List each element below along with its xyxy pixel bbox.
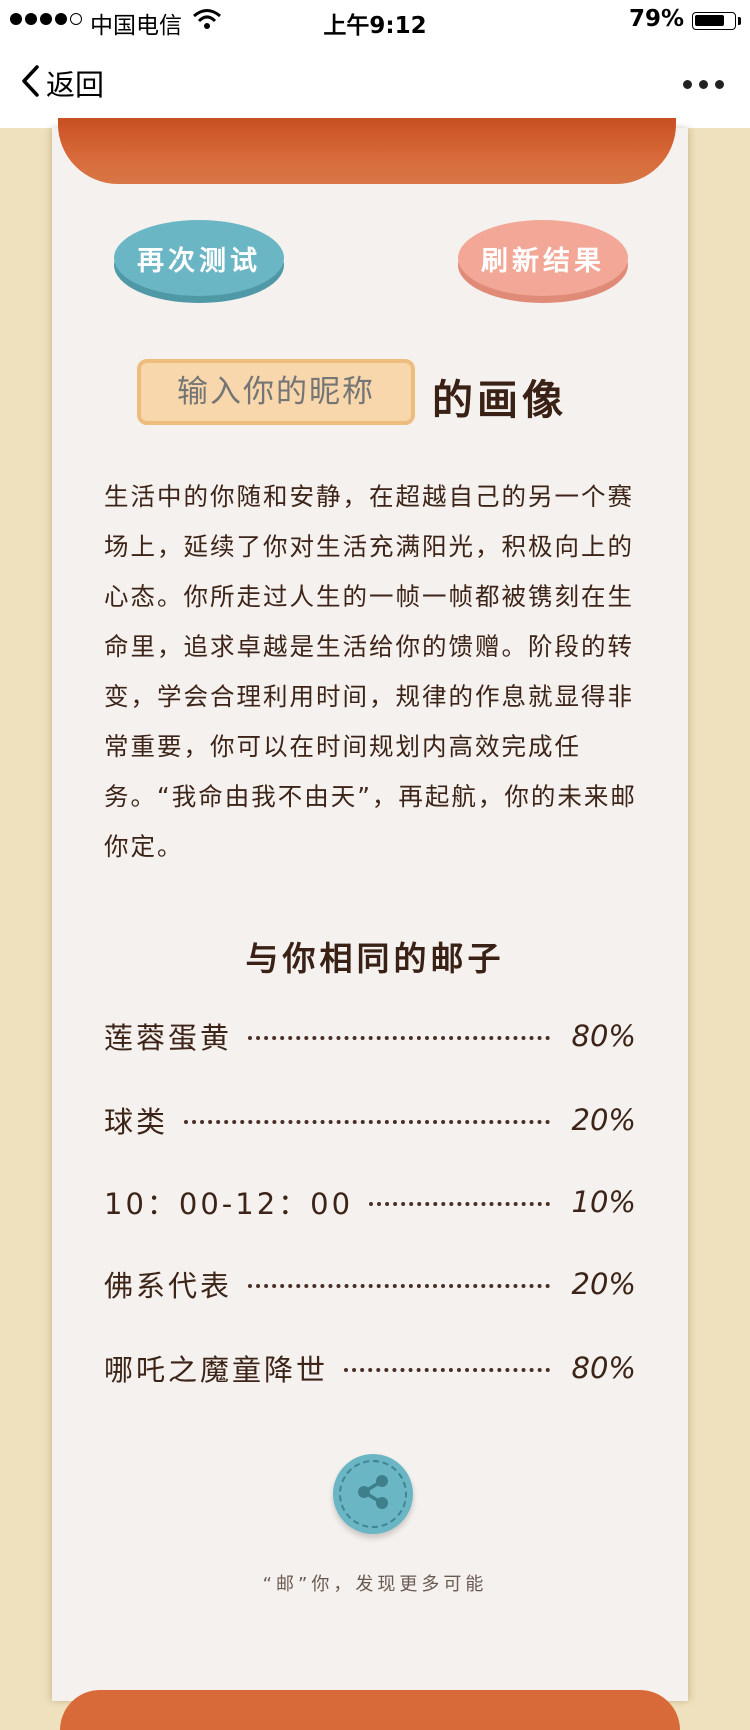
battery-percent: 79% — [628, 6, 684, 32]
match-percent: 80% — [571, 1351, 636, 1385]
match-percent: 10% — [571, 1185, 636, 1219]
match-row: 10：00-12：00 10% — [104, 1180, 636, 1224]
battery-icon — [692, 12, 736, 30]
match-name: 莲蓉蛋黄 — [104, 1021, 233, 1055]
match-row: 莲蓉蛋黄 80% — [104, 1014, 636, 1058]
match-name: 10：00-12：00 — [104, 1187, 354, 1221]
match-name: 球类 — [104, 1105, 169, 1139]
share-button[interactable] — [333, 1454, 413, 1534]
match-name: 佛系代表 — [104, 1269, 233, 1303]
top-banner — [58, 118, 676, 184]
back-label: 返回 — [46, 68, 105, 102]
matches-title: 与你相同的邮子 — [245, 939, 505, 978]
retest-button[interactable]: 再次测试 — [114, 220, 284, 296]
dotted-leader — [344, 1368, 550, 1372]
more-dots-icon[interactable] — [683, 80, 724, 89]
status-bar: 中国电信 上午9:12 79% — [0, 0, 750, 40]
dotted-leader — [184, 1120, 550, 1124]
portrait-description: 生活中的你随和安静，在超越自己的另一个赛场上，延续了你对生活充满阳光，积极向上的… — [104, 482, 637, 861]
match-percent: 20% — [571, 1103, 636, 1137]
match-name: 哪吒之魔童降世 — [104, 1353, 329, 1387]
match-row: 哪吒之魔童降世 80% — [104, 1346, 636, 1390]
match-row: 佛系代表 20% — [104, 1262, 636, 1306]
back-button[interactable]: 返回 — [20, 62, 104, 104]
chevron-left-icon — [20, 64, 40, 102]
match-percent: 20% — [571, 1267, 636, 1301]
navigation-bar: 返回 — [0, 40, 750, 128]
dotted-leader — [369, 1202, 550, 1206]
nickname-input[interactable] — [137, 359, 415, 425]
share-button-ring — [339, 1460, 407, 1528]
match-percent: 80% — [571, 1019, 636, 1053]
match-row: 球类 20% — [104, 1098, 636, 1142]
dotted-leader — [248, 1036, 550, 1040]
battery-cap — [738, 17, 741, 25]
footer-slogan: “邮”你，发现更多可能 — [262, 1574, 488, 1595]
dotted-leader — [248, 1284, 550, 1288]
refresh-result-button[interactable]: 刷新结果 — [458, 220, 628, 296]
portrait-title: 的画像 — [432, 376, 567, 424]
bottom-banner — [60, 1690, 680, 1730]
